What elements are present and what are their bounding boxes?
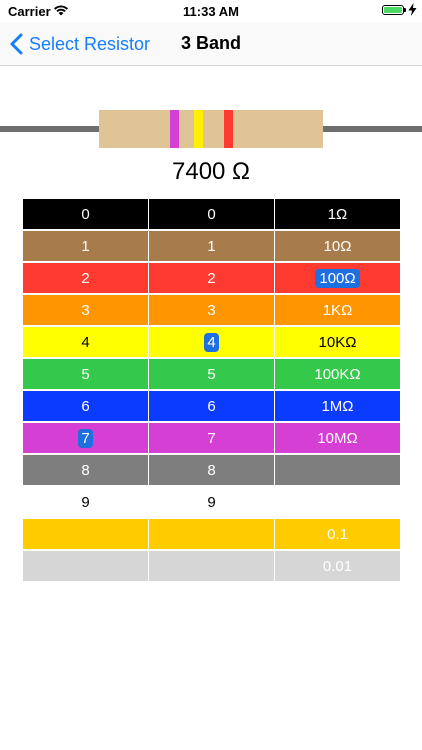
resistor-band-multiplier (224, 110, 233, 148)
cell-label: 10Ω (323, 237, 352, 255)
table-row: 0.01 (23, 551, 400, 583)
cell-label: 0.01 (322, 557, 353, 575)
table-row: 7 7 10MΩ (23, 423, 400, 455)
table-row: 2 2 100Ω (23, 263, 400, 295)
band1-cell[interactable]: 2 (23, 263, 148, 293)
table-row: 6 6 1MΩ (23, 391, 400, 423)
band1-cell[interactable]: 8 (23, 455, 148, 485)
multiplier-cell[interactable]: 100KΩ (275, 359, 400, 389)
cell-label: 1 (81, 237, 90, 255)
table-row: 4 4 10KΩ (23, 327, 400, 359)
table-row: 88 (23, 455, 400, 487)
cell-label: 10KΩ (318, 333, 357, 351)
band1-cell[interactable]: 5 (23, 359, 148, 389)
band2-cell[interactable]: 7 (149, 423, 274, 453)
cell-label: 4 (81, 333, 90, 351)
selected-cell-label: 7 (78, 428, 93, 448)
multiplier-cell[interactable]: 1KΩ (275, 295, 400, 325)
band2-cell[interactable]: 0 (149, 199, 274, 229)
cell-label: 5 (207, 365, 216, 383)
table-row: 3 3 1KΩ (23, 295, 400, 327)
band2-cell[interactable] (149, 551, 274, 581)
cell-label: 0 (207, 205, 216, 223)
cell-label: 1KΩ (322, 301, 353, 319)
table-row: 0.1 (23, 519, 400, 551)
band2-cell[interactable]: 8 (149, 455, 274, 485)
cell-label: 1Ω (327, 205, 348, 223)
multiplier-cell[interactable]: 10MΩ (275, 423, 400, 453)
color-code-grid: 0 0 1Ω 1 1 10Ω 2 2 100Ω 3 3 1KΩ 4 4 10KΩ 5 5 100KΩ 6 6 1MΩ 7 7… (23, 199, 400, 583)
resistor-lead-left (0, 126, 100, 132)
cell-label: 1MΩ (321, 397, 354, 415)
status-bar: Carrier 11:33 AM (0, 0, 422, 22)
cell-label: 6 (207, 397, 216, 415)
cell-label: 8 (81, 461, 90, 479)
selected-cell-label: 100Ω (315, 268, 360, 288)
cell-label: 3 (207, 301, 216, 319)
table-row: 99 (23, 487, 400, 519)
charging-icon (408, 3, 417, 16)
table-row: 0 0 1Ω (23, 199, 400, 231)
band1-cell[interactable] (23, 551, 148, 581)
battery-icon (382, 5, 406, 15)
band1-cell[interactable]: 4 (23, 327, 148, 357)
band2-cell[interactable] (149, 519, 274, 549)
band2-cell[interactable]: 4 (149, 327, 274, 357)
resistor-lead-right (322, 126, 422, 132)
band2-cell[interactable]: 3 (149, 295, 274, 325)
cell-label: 6 (81, 397, 90, 415)
multiplier-cell[interactable] (275, 455, 400, 485)
multiplier-cell[interactable] (275, 487, 400, 517)
multiplier-cell[interactable]: 1MΩ (275, 391, 400, 421)
band1-cell[interactable]: 1 (23, 231, 148, 261)
navigation-bar: Select Resistor 3 Band (0, 22, 422, 66)
band1-cell[interactable]: 0 (23, 199, 148, 229)
band2-cell[interactable]: 6 (149, 391, 274, 421)
band1-cell[interactable]: 7 (23, 423, 148, 453)
cell-label: 9 (207, 493, 216, 511)
band2-cell[interactable]: 2 (149, 263, 274, 293)
resistor-body (99, 110, 323, 148)
band2-cell[interactable]: 9 (149, 487, 274, 517)
cell-label: 9 (81, 493, 90, 511)
table-row: 1 1 10Ω (23, 231, 400, 263)
cell-label: 0 (81, 205, 90, 223)
clock: 11:33 AM (183, 4, 239, 19)
resistor-graphic (0, 108, 422, 152)
band1-cell[interactable]: 6 (23, 391, 148, 421)
cell-label: 2 (207, 269, 216, 287)
cell-label: 5 (81, 365, 90, 383)
cell-label: 2 (81, 269, 90, 287)
resistor-band-2 (194, 110, 203, 148)
band1-cell[interactable]: 3 (23, 295, 148, 325)
band1-cell[interactable] (23, 519, 148, 549)
multiplier-cell[interactable]: 10KΩ (275, 327, 400, 357)
resistor-band-1 (170, 110, 179, 148)
resistance-value: 7400 Ω (172, 158, 250, 185)
multiplier-cell[interactable]: 100Ω (275, 263, 400, 293)
cell-label: 7 (207, 429, 216, 447)
band2-cell[interactable]: 5 (149, 359, 274, 389)
cell-label: 0.1 (327, 525, 348, 543)
selected-cell-label: 4 (204, 332, 219, 352)
cell-label: 100KΩ (314, 365, 361, 383)
multiplier-cell[interactable]: 0.01 (275, 551, 400, 581)
band2-cell[interactable]: 1 (149, 231, 274, 261)
multiplier-cell[interactable]: 1Ω (275, 199, 400, 229)
cell-label: 8 (207, 461, 216, 479)
cell-label: 10MΩ (317, 429, 358, 447)
cell-label: 1 (207, 237, 216, 255)
band1-cell[interactable]: 9 (23, 487, 148, 517)
table-row: 5 5 100KΩ (23, 359, 400, 391)
cell-label: 3 (81, 301, 90, 319)
multiplier-cell[interactable]: 10Ω (275, 231, 400, 261)
page-title: 3 Band (180, 33, 241, 53)
multiplier-cell[interactable]: 0.1 (275, 519, 400, 549)
